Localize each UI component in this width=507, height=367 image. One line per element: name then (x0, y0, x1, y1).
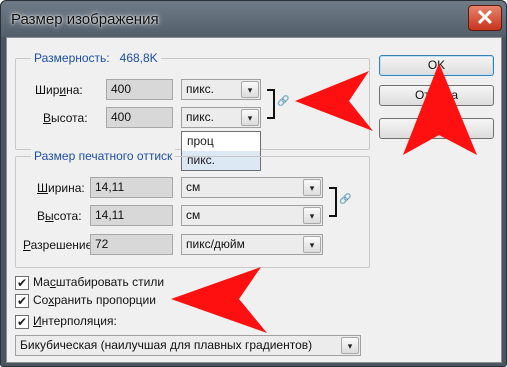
chevron-down-icon[interactable]: ▾ (303, 179, 321, 196)
resolution-label: Разрешение: (23, 238, 96, 252)
annotation-arrow-constrain (171, 267, 267, 333)
pixel-dimensions-size: 468,8K (119, 51, 158, 65)
pixel-link-bracket (267, 89, 275, 119)
resolution-unit-select[interactable]: пикс/дюйм ▾ (181, 234, 323, 255)
scale-styles-checkbox[interactable]: ✔ (15, 276, 29, 290)
print-height-unit-value: см (186, 208, 201, 222)
print-height-label: Высота: (37, 209, 82, 223)
print-width-unit-value: см (186, 180, 201, 194)
title-bar[interactable]: Размер изображения ✕ (1, 1, 506, 37)
print-height-unit-select[interactable]: см ▾ (181, 205, 323, 226)
resample-label[interactable]: Интерполяция: (33, 314, 117, 328)
chevron-down-icon[interactable]: ▾ (241, 109, 259, 126)
close-button[interactable]: ✕ (468, 5, 502, 31)
dialog-window: Размер изображения ✕ Размерность: 468,8K… (0, 0, 507, 367)
scale-styles-label[interactable]: Масштабировать стили (33, 275, 164, 289)
print-width-label: Ширина: (37, 181, 85, 195)
resolution-unit-value: пикс/дюйм (186, 237, 245, 251)
resample-checkbox[interactable]: ✔ (15, 315, 29, 329)
pixel-width-unit-select[interactable]: пикс. ▾ (181, 79, 261, 100)
dialog-title: Размер изображения (11, 11, 159, 28)
print-size-legend: Размер печатного оттиск (31, 149, 176, 163)
link-icon: 🔗 (339, 194, 352, 205)
pixel-dimensions-label: Размерность: (34, 51, 110, 65)
pixel-width-input[interactable]: 400 (106, 79, 173, 100)
resolution-input[interactable]: 72 (90, 234, 173, 255)
unit-option-percent[interactable]: проц (182, 132, 260, 151)
chevron-down-icon[interactable]: ▾ (241, 81, 259, 98)
pixel-dimensions-legend: Размерность: 468,8K (31, 51, 161, 65)
pixel-height-unit-select[interactable]: пикс. ▾ (181, 107, 261, 128)
annotation-arrow-ok (403, 63, 477, 155)
constrain-proportions-label[interactable]: Сохранить пропорции (33, 293, 156, 307)
annotation-arrow-pixels (295, 71, 373, 131)
print-link-bracket (329, 187, 337, 217)
constrain-proportions-checkbox[interactable]: ✔ (15, 294, 29, 308)
print-width-unit-select[interactable]: см ▾ (181, 177, 323, 198)
print-width-input[interactable]: 14,11 (90, 177, 173, 198)
pixel-height-input[interactable]: 400 (106, 107, 173, 128)
pixel-width-label: Ширина: (35, 83, 83, 97)
link-icon: 🔗 (277, 96, 290, 107)
pixel-height-unit-value: пикс. (186, 110, 214, 124)
chevron-down-icon[interactable]: ▾ (303, 207, 321, 224)
resample-method-select[interactable]: Бикубическая (наилучшая для плавных град… (15, 335, 361, 356)
resample-method-value: Бикубическая (наилучшая для плавных град… (20, 338, 313, 352)
chevron-down-icon[interactable]: ▾ (303, 236, 321, 253)
pixel-height-label: Высота: (43, 111, 88, 125)
chevron-down-icon[interactable]: ▾ (341, 337, 359, 354)
print-height-input[interactable]: 14,11 (90, 205, 173, 226)
pixel-width-unit-value: пикс. (186, 82, 214, 96)
